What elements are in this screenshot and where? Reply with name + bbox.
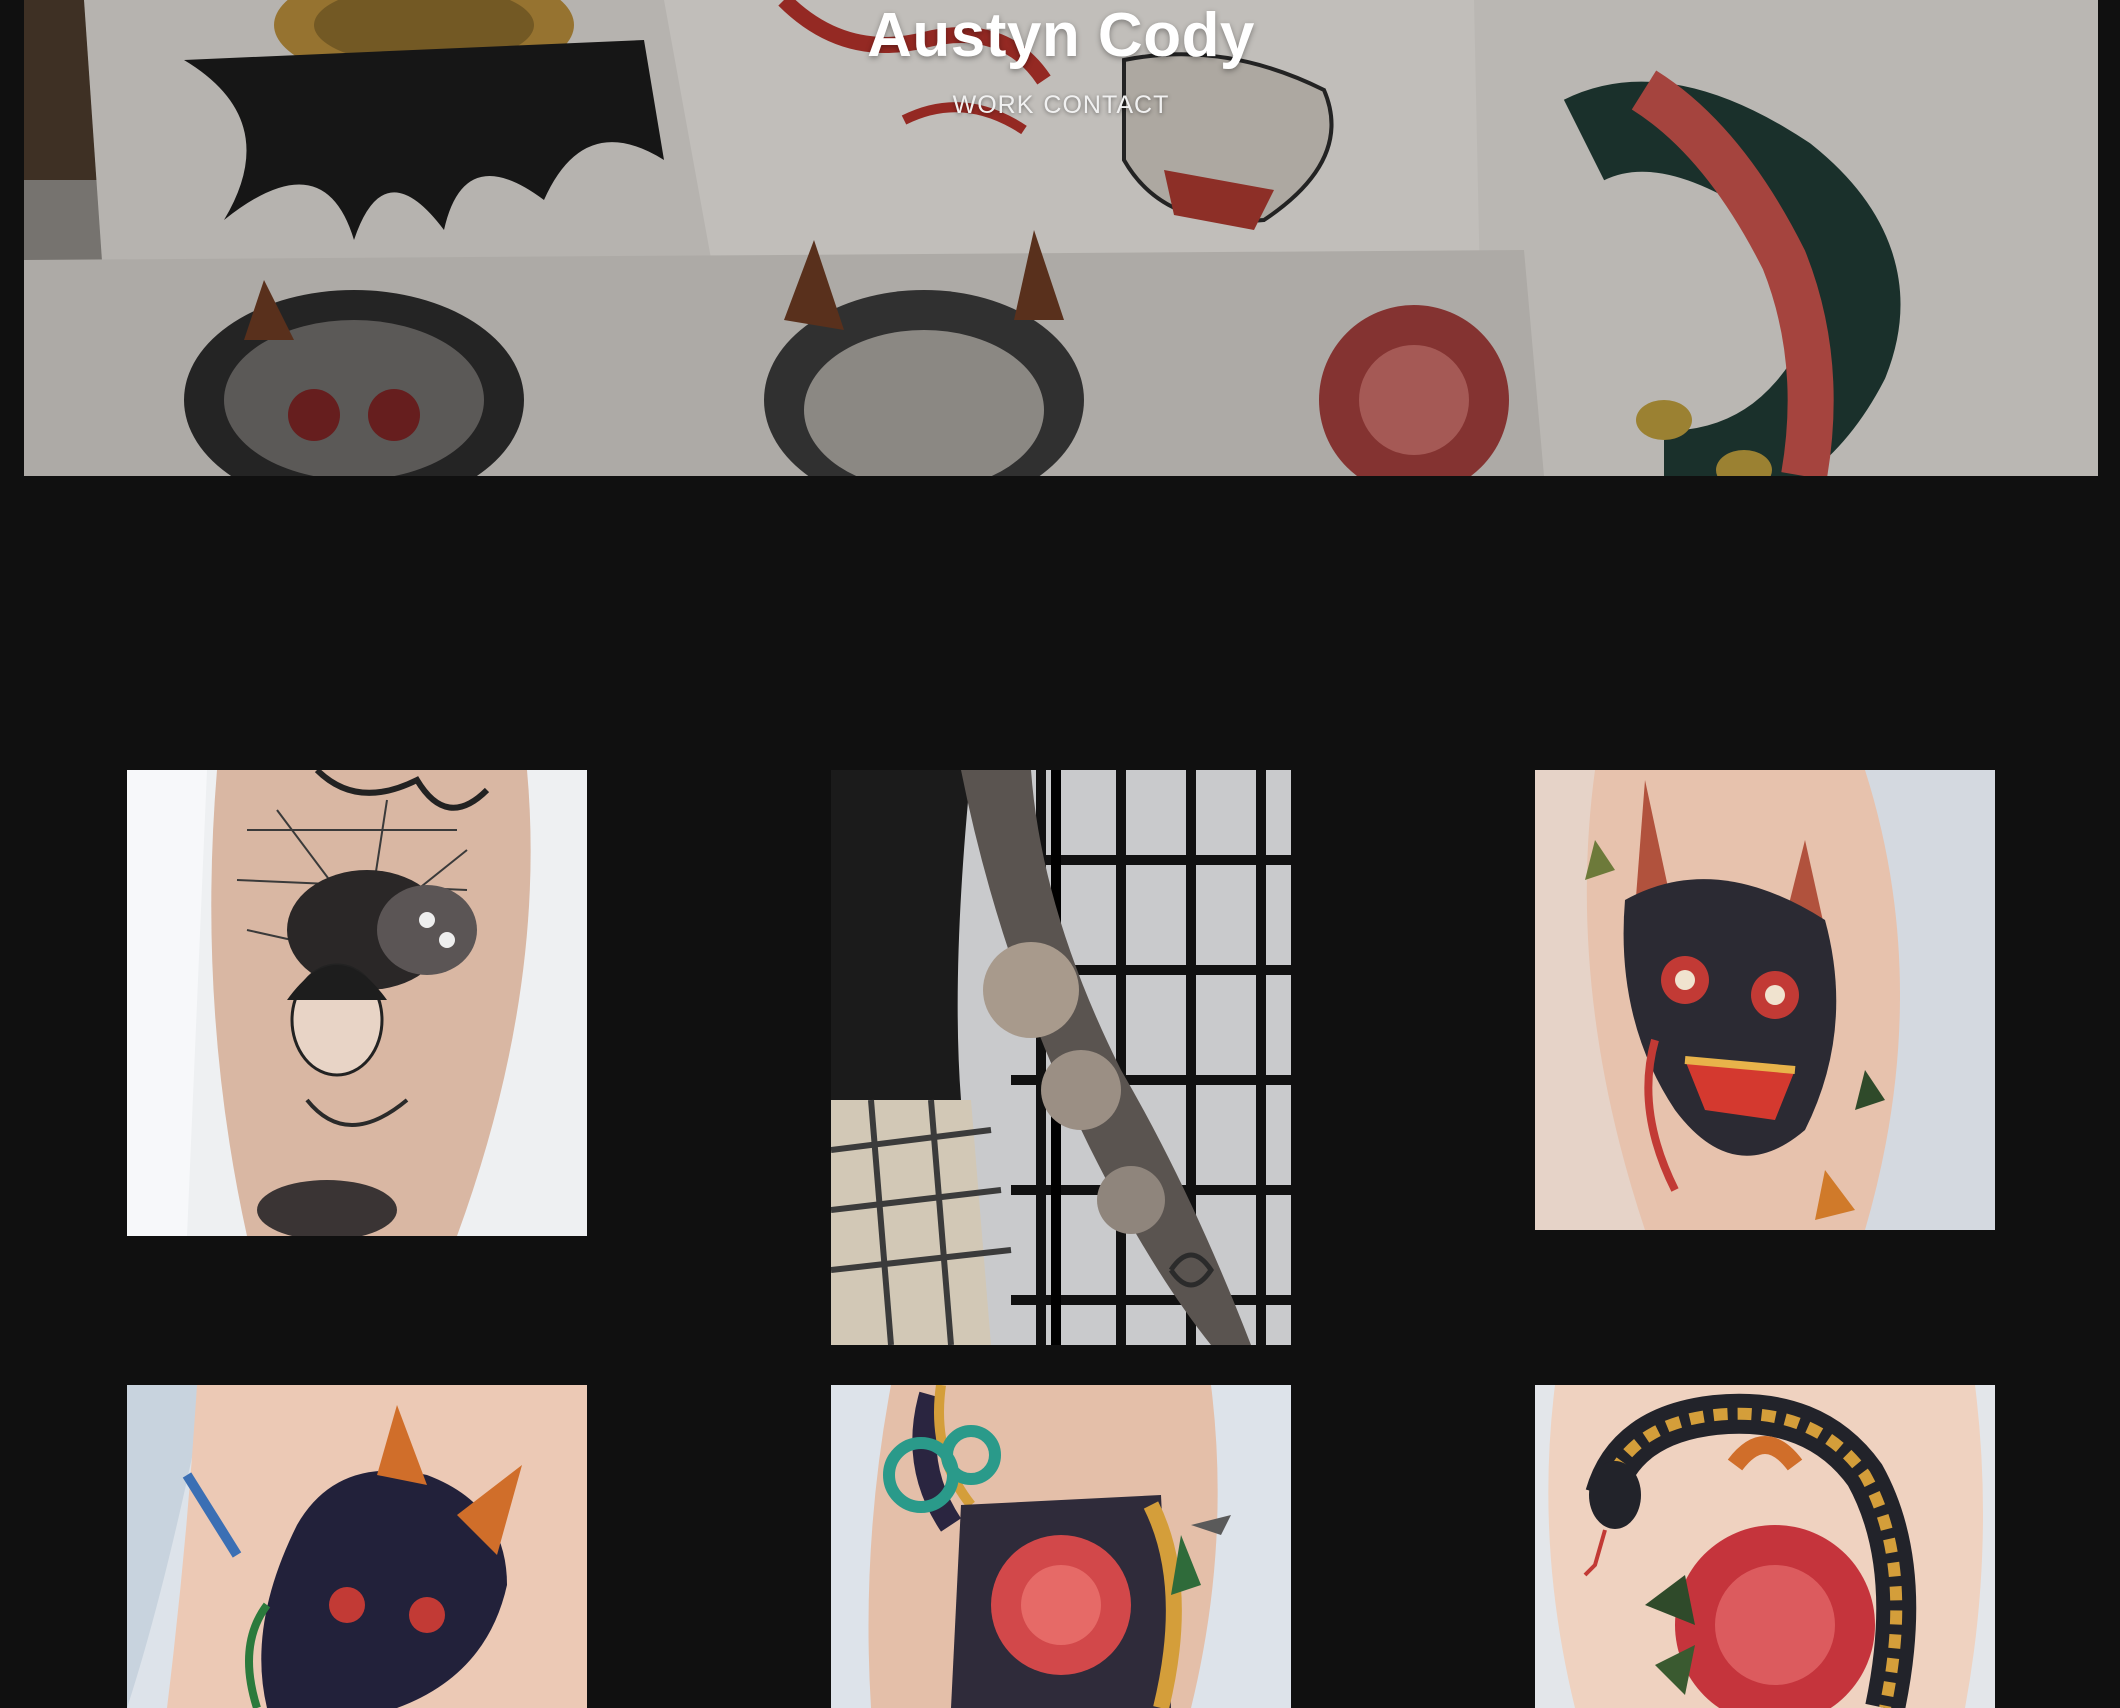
site-title[interactable]: Austyn Cody	[24, 0, 2098, 72]
gallery-item-hannya-mask[interactable]	[1535, 770, 1995, 1230]
hannya-mask-tattoo-image	[1535, 770, 1995, 1230]
hero-banner: Austyn Cody WORK CONTACT	[24, 0, 2098, 476]
page: Austyn Cody WORK CONTACT	[0, 0, 2120, 1708]
peony-snake-tattoo-image	[831, 1385, 1291, 1708]
oni-mask-tattoo-image	[127, 1385, 587, 1708]
gallery-item-chrysanthemum-sleeve[interactable]	[831, 770, 1291, 1345]
gallery-item-peony-snake[interactable]	[831, 1385, 1291, 1708]
snake-chrysanthemum-tattoo-image	[1535, 1385, 1995, 1708]
nav-link-contact[interactable]: CONTACT	[1043, 91, 1169, 119]
spider-geisha-tattoo-image	[127, 770, 587, 1236]
gallery-item-spider-geisha[interactable]	[127, 770, 587, 1236]
main-nav: WORK CONTACT	[24, 88, 2098, 122]
gallery-item-oni-mask[interactable]	[127, 1385, 587, 1708]
nav-link-work[interactable]: WORK	[953, 91, 1035, 119]
gallery-item-snake-chrysanthemum[interactable]	[1535, 1385, 1995, 1708]
chrysanthemum-sleeve-tattoo-image	[831, 770, 1291, 1345]
